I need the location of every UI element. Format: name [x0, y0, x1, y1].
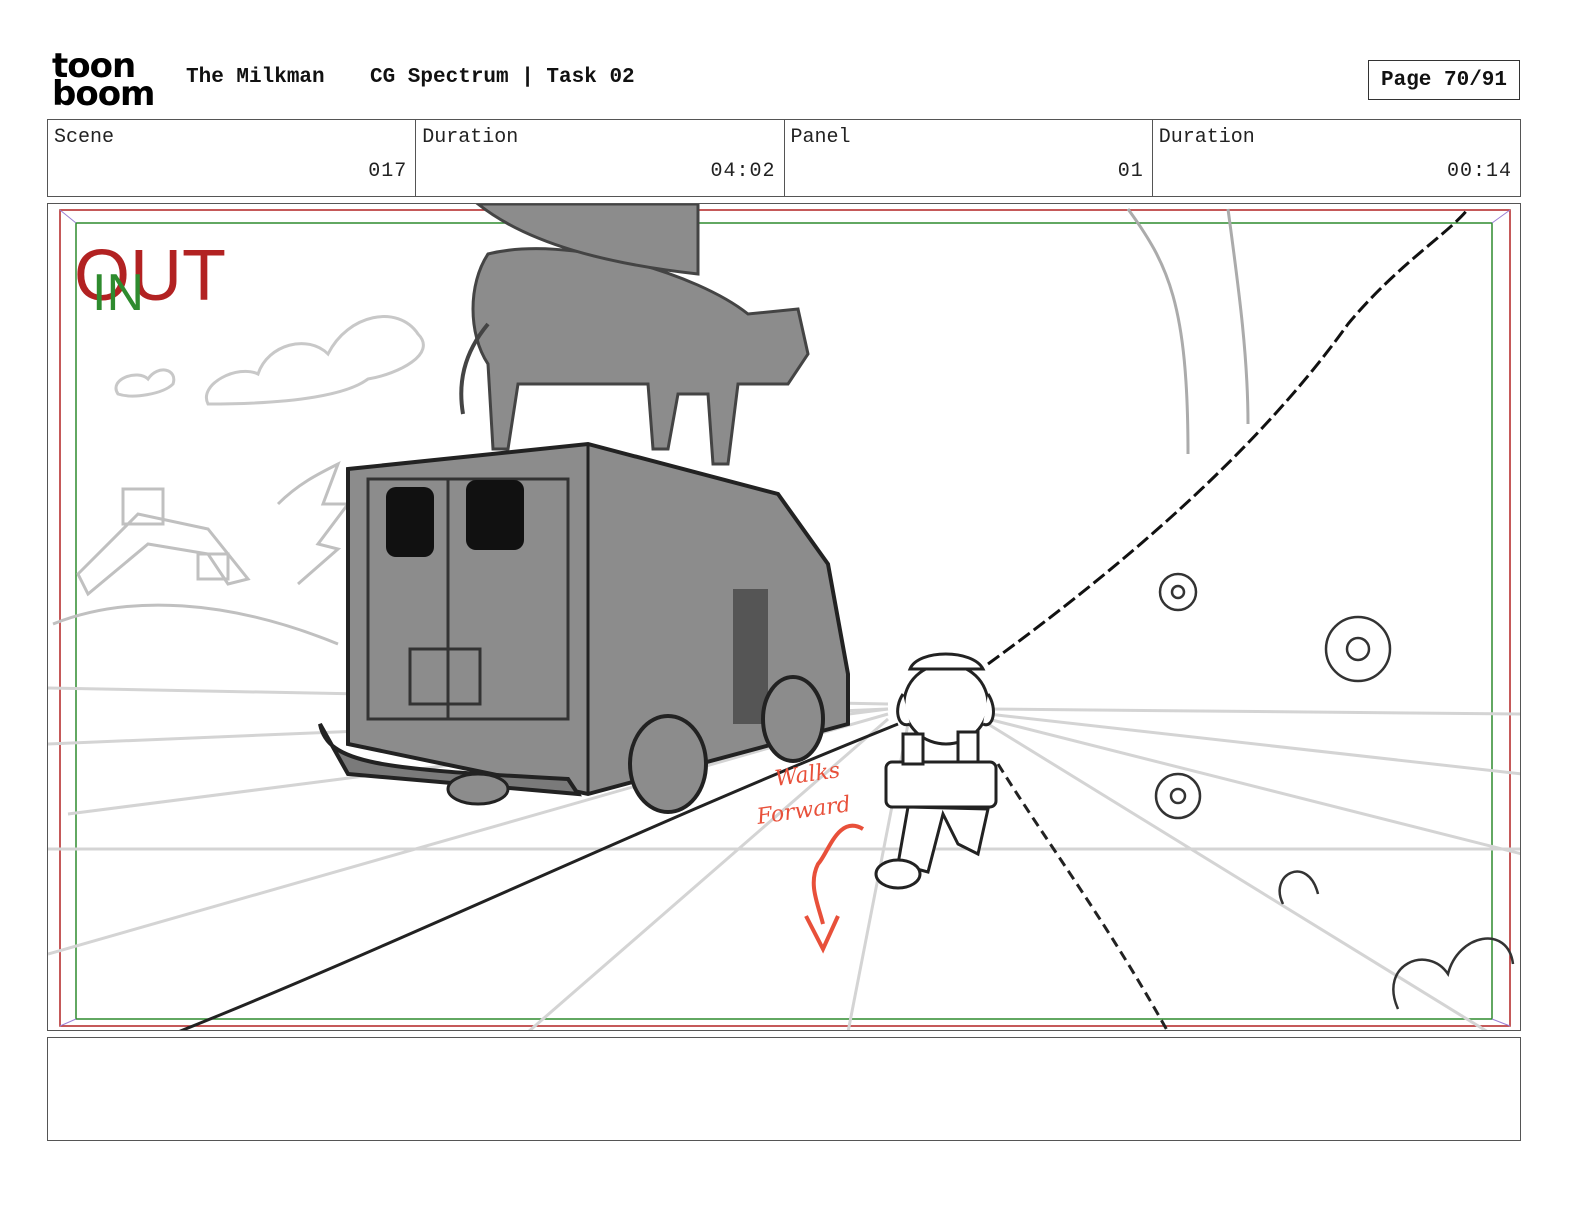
panel-cell: Panel 01 [785, 120, 1153, 196]
scene-value: 017 [368, 160, 408, 183]
scene-label: Scene [54, 126, 115, 149]
scene-info-row: Scene 017 Duration 04:02 Panel 01 Durati… [47, 119, 1521, 197]
project-title: The Milkman [186, 66, 325, 89]
logo-line-2: boom [52, 74, 155, 114]
scene-cell: Scene 017 [48, 120, 417, 196]
tree-trunk [1126, 208, 1250, 455]
annotation-line-1: Walks [773, 758, 841, 792]
panel-value: 01 [1117, 160, 1144, 183]
project-subtitle: CG Spectrum | Task 02 [370, 66, 635, 89]
scene-duration-value: 04:02 [710, 160, 776, 183]
notes-box [47, 1037, 1521, 1141]
page-indicator: Page 70/91 [1368, 60, 1520, 100]
panel-label: Panel [790, 126, 851, 149]
road-edge-right [996, 763, 1169, 1030]
cloud-sketch [114, 315, 425, 406]
panel-duration-label: Duration [1158, 126, 1255, 149]
house-sketch [52, 460, 351, 646]
scene-duration-cell: Duration 04:02 [416, 120, 785, 196]
in-marker: IN [92, 264, 144, 322]
storyboard-panel: OUT IN Walks Forward [47, 203, 1521, 1031]
cow-sketch [459, 204, 810, 466]
storyboard-sketch: OUT IN Walks Forward [48, 204, 1520, 1030]
milk-truck-sketch [318, 441, 850, 814]
motion-annotation: Walks Forward [754, 758, 865, 954]
panel-duration-value: 00:14 [1446, 160, 1512, 183]
hill-line [987, 208, 1470, 666]
flower-sketches [1154, 572, 1515, 1010]
panel-duration-cell: Duration 00:14 [1153, 120, 1520, 196]
annotation-line-2: Forward [754, 792, 852, 830]
scene-duration-label: Duration [422, 126, 519, 149]
milkman-sketch [874, 652, 998, 890]
toonboom-logo: toon boom [52, 49, 164, 114]
